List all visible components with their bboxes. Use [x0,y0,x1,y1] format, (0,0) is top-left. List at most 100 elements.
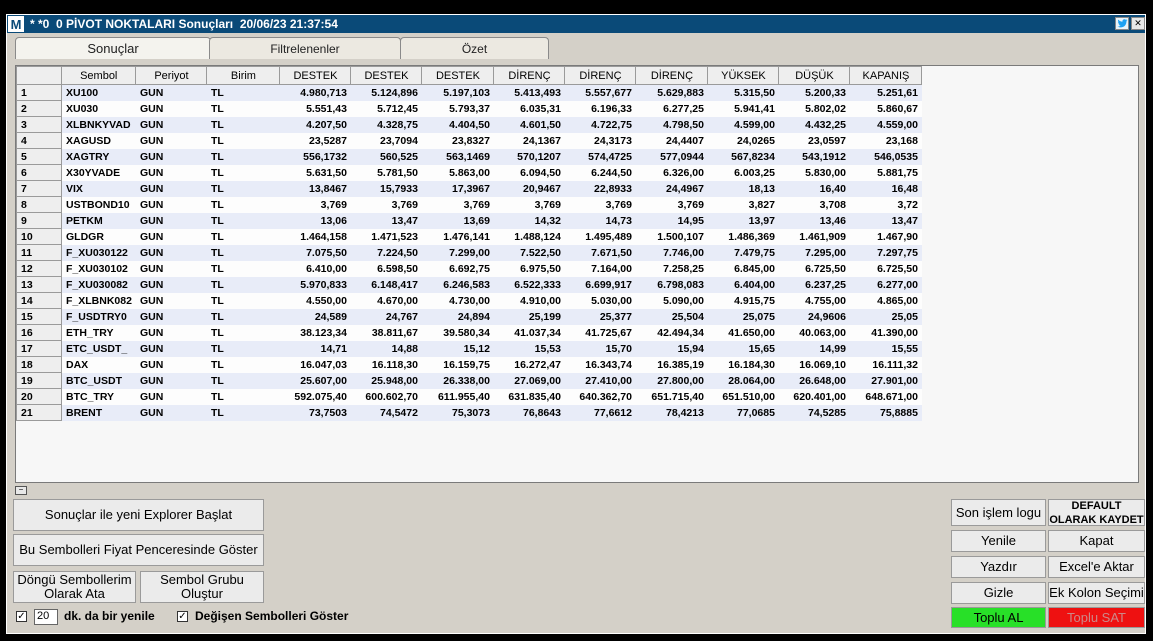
unit-cell: TL [206,84,280,101]
unit-cell: TL [206,228,280,245]
value-cell: 4.915,75 [707,292,779,309]
value-cell: 27.410,00 [564,372,636,389]
column-header[interactable]: DÜŞÜK [778,66,851,85]
unit-cell: TL [206,148,280,165]
tab-filtered[interactable]: Filtrelenenler [209,37,401,59]
hide-button[interactable]: Gizle [951,582,1046,604]
title-bar[interactable]: M * *0 0 PİVOT NOKTALARI Sonuçları 20/06… [7,15,1145,33]
value-cell: 15,53 [493,340,565,357]
table-row[interactable]: 19 BTC_USDT GUN TL 25.607,00 25.948,00 26.338,… [16,372,922,389]
unit-cell: TL [206,116,280,133]
bulk-buy-button[interactable]: Toplu AL [951,607,1046,628]
column-header[interactable]: Periyot [135,66,208,85]
value-cell: 16.118,30 [350,356,422,373]
value-cell: 577,0944 [635,148,708,165]
column-header[interactable]: DESTEK [350,66,423,85]
symbol-cell: F_XU030102 [61,260,136,277]
auto-refresh-checkbox[interactable]: ✓ [16,611,27,622]
close-window-icon[interactable]: ✕ [1131,17,1145,30]
value-cell: 5.629,883 [635,84,708,101]
table-row[interactable]: 2 XU030 GUN TL 5.551,43 5.712,45 5.793,37 6.035… [16,100,922,117]
value-cell: 14,73 [564,212,636,229]
period-cell: GUN [135,212,207,229]
start-explorer-button[interactable]: Sonuçlar ile yeni Explorer Başlat [13,499,264,531]
value-cell: 6.725,50 [849,260,922,277]
value-cell: 4.404,50 [421,116,494,133]
value-cell: 13,47 [849,212,922,229]
tab-summary[interactable]: Özet [400,37,549,59]
table-row[interactable]: 14 F_XLBNK082 GUN TL 4.550,00 4.670,00 4.730,0… [16,292,922,309]
row-number-header[interactable] [16,66,62,85]
column-header[interactable]: KAPANIŞ [849,66,923,85]
bulk-sell-button[interactable]: Toplu SAT [1048,607,1145,628]
value-cell: 6.035,31 [493,100,565,117]
period-cell: GUN [135,164,207,181]
value-cell: 24,4407 [635,132,708,149]
value-cell: 16.047,03 [279,356,351,373]
table-row[interactable]: 3 XLBNKYVAD GUN TL 4.207,50 4.328,75 4.404,50 4… [16,116,922,133]
results-table: Sembol Periyot Birim DESTEK DESTEK DESTEK DİRE… [16,66,923,421]
value-cell: 5.830,00 [778,164,850,181]
print-button[interactable]: Yazdır [951,556,1046,578]
unit-cell: TL [206,164,280,181]
value-cell: 4.722,75 [564,116,636,133]
column-header[interactable]: DİRENÇ [564,66,637,85]
period-cell: GUN [135,196,207,213]
table-row[interactable]: 11 F_XU030122 GUN TL 7.075,50 7.224,50 7.299,0… [16,244,922,261]
column-header[interactable]: DİRENÇ [493,66,566,85]
unit-cell: TL [206,196,280,213]
column-header[interactable]: DESTEK [421,66,495,85]
value-cell: 1.500,107 [635,228,708,245]
table-row[interactable]: 17 ETC_USDT_ GUN TL 14,71 14,88 15,12 15,53 15,7… [16,340,922,357]
column-header[interactable]: YÜKSEK [707,66,780,85]
value-cell: 6.410,00 [279,260,351,277]
refresh-button[interactable]: Yenile [951,530,1046,552]
column-header[interactable]: DESTEK [279,66,352,85]
export-excel-button[interactable]: Excel'e Aktar [1048,556,1145,578]
unit-cell: TL [206,212,280,229]
twitter-icon[interactable] [1115,17,1129,30]
table-row[interactable]: 7 VIX GUN TL 13,8467 15,7933 17,3967 20,9467 22,… [16,180,922,197]
table-row[interactable]: 1 XU100 GUN TL 4.980,713 5.124,896 5.197,103 5.… [16,84,922,101]
close-button[interactable]: Kapat [1048,530,1145,552]
table-row[interactable]: 6 X30YVADE GUN TL 5.631,50 5.781,50 5.863,00 6.… [16,164,922,181]
value-cell: 4.730,00 [421,292,494,309]
column-header[interactable]: Birim [206,66,281,85]
show-changed-checkbox[interactable]: ✓ [177,611,188,622]
value-cell: 5.793,37 [421,100,494,117]
save-default-button[interactable]: DEFAULT OLARAK KAYDET [1048,499,1145,526]
table-row[interactable]: 18 DAX GUN TL 16.047,03 16.118,30 16.159,75 16.… [16,356,922,373]
column-header[interactable]: DİRENÇ [635,66,709,85]
symbol-cell: DAX [61,356,136,373]
extra-columns-button[interactable]: Ek Kolon Seçimi [1048,582,1145,604]
value-cell: 3,769 [564,196,636,213]
tab-results[interactable]: Sonuçlar [15,37,211,59]
table-row[interactable]: 5 XAGTRY GUN TL 556,1732 560,525 563,1469 570,1… [16,148,922,165]
value-cell: 74,5285 [778,404,850,421]
table-row[interactable]: 10 GLDGR GUN TL 1.464,158 1.471,523 1.476,141 1… [16,228,922,245]
last-log-button[interactable]: Son işlem logu [951,499,1046,526]
table-row[interactable]: 21 BRENT GUN TL 73,7503 74,5472 75,3073 76,8643… [16,404,922,421]
column-header[interactable]: Sembol [60,66,137,85]
table-row[interactable]: 20 BTC_TRY GUN TL 592.075,40 600.602,70 611.95… [16,388,922,405]
table-row[interactable]: 9 PETKM GUN TL 13,06 13,47 13,69 14,32 14,73 14,9… [16,212,922,229]
table-row[interactable]: 13 F_XU030082 GUN TL 5.970,833 6.148,417 6.246… [16,276,922,293]
refresh-minutes-input[interactable]: 20 [34,609,58,625]
show-in-price-window-button[interactable]: Bu Sembolleri Fiyat Penceresinde Göster [13,534,264,566]
assign-cycle-symbols-button[interactable]: Döngü Sembollerim Olarak Ata [13,571,136,603]
value-cell: 41.037,34 [493,324,565,341]
table-row[interactable]: 16 ETH_TRY GUN TL 38.123,34 38.811,67 39.580,3… [16,324,922,341]
table-row[interactable]: 12 F_XU030102 GUN TL 6.410,00 6.598,50 6.692,7… [16,260,922,277]
table-row[interactable]: 15 F_USDTRY0 GUN TL 24,589 24,767 24,894 25,199… [16,308,922,325]
value-cell: 5.712,45 [350,100,422,117]
value-cell: 5.781,50 [350,164,422,181]
create-symbol-group-button[interactable]: Sembol Grubu Oluştur [140,571,264,603]
value-cell: 41.390,00 [849,324,922,341]
symbol-cell: PETKM [61,212,136,229]
results-grid[interactable]: Sembol Periyot Birim DESTEK DESTEK DESTEK DİRE… [15,65,1139,483]
table-row[interactable]: 8 USTBOND10 GUN TL 3,769 3,769 3,769 3,769 3,769… [16,196,922,213]
value-cell: 1.467,90 [849,228,922,245]
table-row[interactable]: 4 XAGUSD GUN TL 23,5287 23,7094 23,8327 24,1367… [16,132,922,149]
value-cell: 4.601,50 [493,116,565,133]
collapse-panel-button[interactable]: − [15,486,27,495]
